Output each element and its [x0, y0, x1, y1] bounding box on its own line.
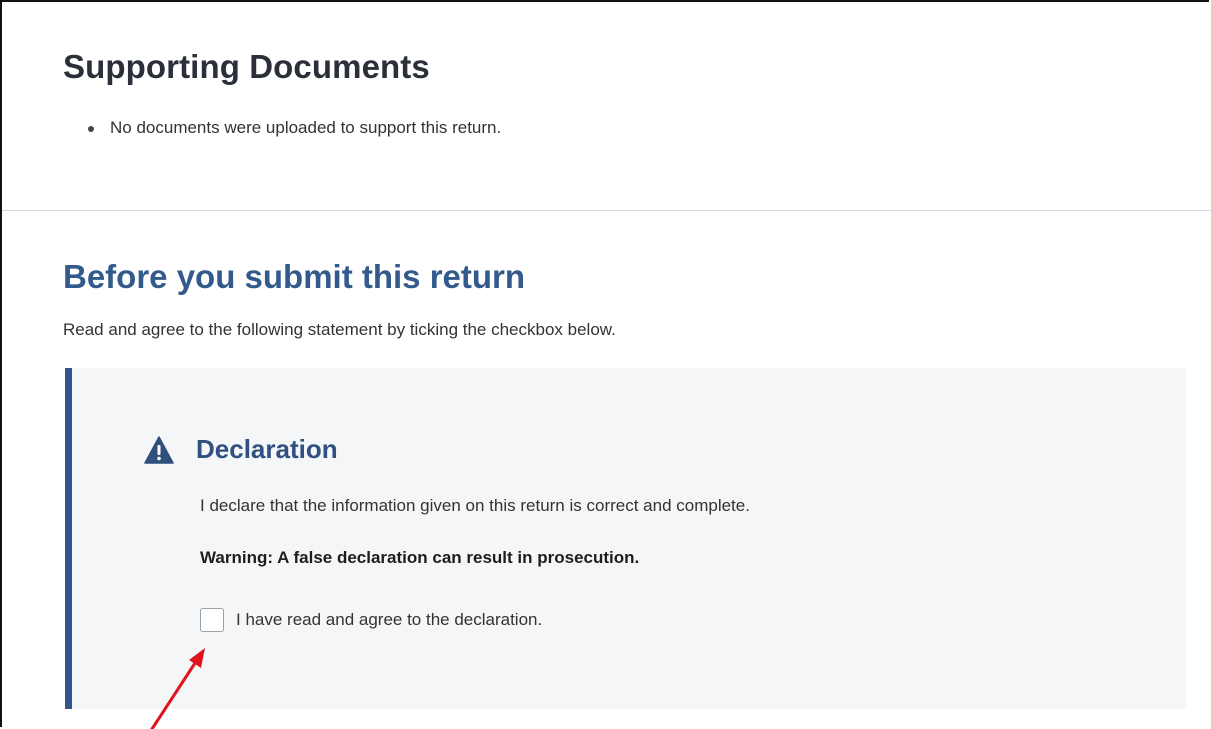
supporting-documents-section: [2, 2, 1211, 211]
warning-triangle-icon: [144, 435, 174, 464]
list-item: No documents were uploaded to support th…: [88, 118, 501, 138]
agree-checkbox[interactable]: [200, 608, 224, 632]
submit-heading: Before you submit this return: [63, 258, 526, 295]
declaration-header: Declaration: [144, 434, 338, 465]
submit-intro-text: Read and agree to the following statemen…: [63, 320, 616, 339]
declaration-title: Declaration: [196, 434, 338, 464]
declaration-warning: Warning: A false declaration can result …: [200, 548, 640, 567]
declaration-callout: Declaration I declare that the informati…: [65, 368, 1186, 709]
agree-checkbox-row[interactable]: I have read and agree to the declaration…: [200, 608, 542, 632]
agree-checkbox-label[interactable]: I have read and agree to the declaration…: [236, 610, 542, 630]
supporting-documents-list: No documents were uploaded to support th…: [88, 118, 501, 138]
supporting-documents-heading: Supporting Documents: [63, 48, 430, 85]
declaration-text: I declare that the information given on …: [200, 496, 750, 515]
